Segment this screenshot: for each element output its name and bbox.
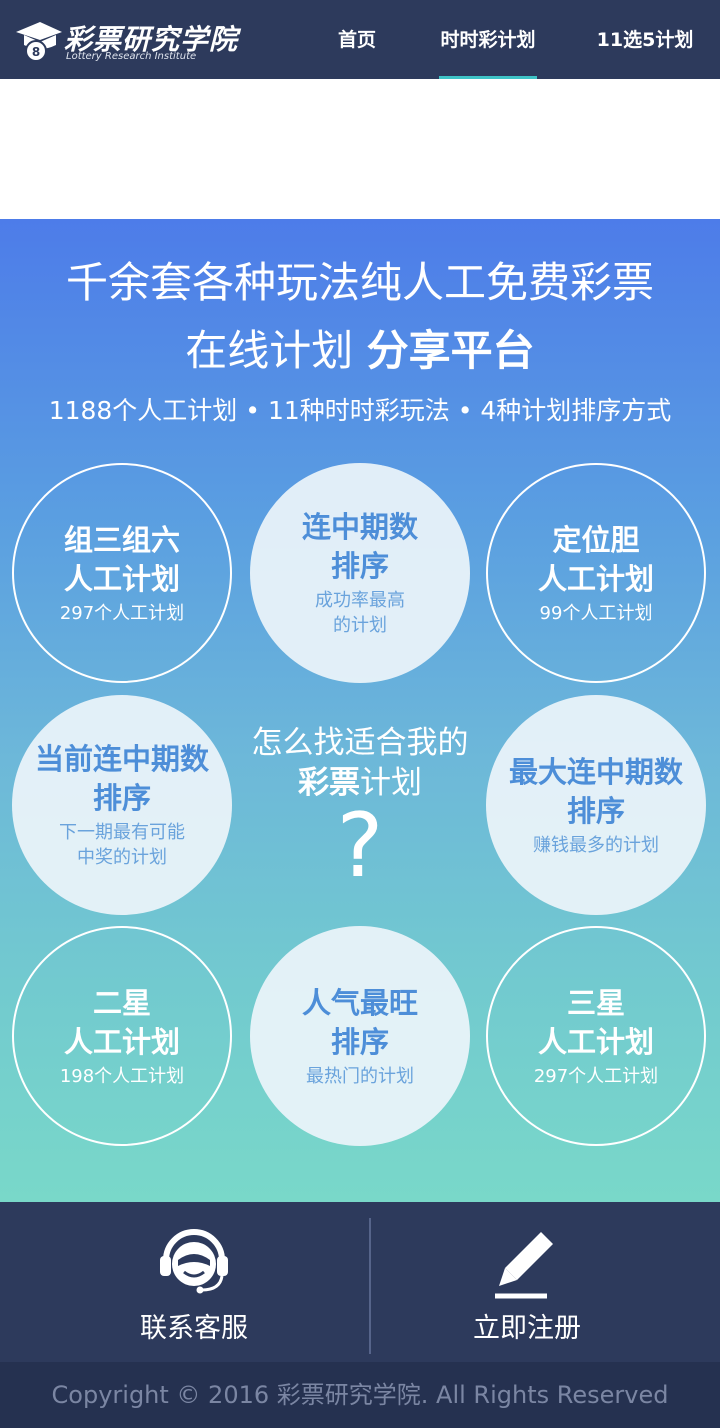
circle-title: 连中期数 xyxy=(301,510,418,544)
circle-2star-plan[interactable]: 二星 人工计划 198个人工计划 xyxy=(12,926,232,1146)
circle-subtitle: 成功率最高 xyxy=(315,590,405,611)
headset-support-icon xyxy=(160,1229,228,1294)
circle-max-streak-sort[interactable]: 最大连中期数 排序 赚钱最多的计划 xyxy=(486,695,706,915)
circle-title: 排序 xyxy=(330,1024,389,1059)
circle-title: 三星 xyxy=(566,985,625,1020)
circle-title: 组三组六 xyxy=(63,522,180,557)
headline-line2-bold: 分享平台 xyxy=(366,326,535,375)
circle-3star-plan[interactable]: 三星 人工计划 297个人工计划 xyxy=(486,926,706,1146)
headline-line1: 千余套各种玩法纯人工免费彩票 xyxy=(65,258,654,307)
circle-subtitle: 中奖的计划 xyxy=(77,847,167,868)
circle-title: 排序 xyxy=(92,781,151,815)
register-label: 立即注册 xyxy=(473,1313,581,1344)
center-question-line1: 怎么找适合我的 xyxy=(251,725,469,761)
circle-zu3zu6-plan[interactable]: 组三组六 人工计划 297个人工计划 xyxy=(12,463,232,683)
center-question: 怎么找适合我的 彩票计划 ? xyxy=(235,723,485,897)
contact-support-button[interactable]: 联系客服 xyxy=(14,1202,374,1362)
nav-ssc-plan[interactable]: 时时彩计划 xyxy=(439,0,537,79)
question-mark-icon: ? xyxy=(336,794,384,897)
logo-subtitle: Lottery Research Institute xyxy=(66,51,197,62)
circle-streak-sort[interactable]: 连中期数 排序 成功率最高 的计划 xyxy=(250,463,470,683)
circle-title: 排序 xyxy=(330,549,389,583)
circle-title: 最大连中期数 xyxy=(508,754,683,789)
headline-line2-normal: 在线计划 xyxy=(185,326,354,375)
headline-line2: 在线计划 分享平台 xyxy=(0,317,720,378)
circle-popular-sort[interactable]: 人气最旺 排序 最热门的计划 xyxy=(250,926,470,1146)
contact-support-label: 联系客服 xyxy=(140,1313,248,1344)
site-logo[interactable]: 8 彩票研究学院 Lottery Research Institute xyxy=(14,14,264,64)
circle-subtitle: 297个人工计划 xyxy=(59,602,185,624)
circle-dingweidan-plan[interactable]: 定位胆 人工计划 99个人工计划 xyxy=(486,463,706,683)
graduation-cap-icon: 8 xyxy=(16,22,62,62)
logo-badge: 8 xyxy=(32,45,40,59)
circle-subtitle: 的计划 xyxy=(333,615,387,636)
action-bar: 联系客服 立即注册 xyxy=(0,1202,720,1362)
footer-copyright: Copyright © 2016 彩票研究学院. All Rights Rese… xyxy=(0,1362,720,1428)
top-header: 8 彩票研究学院 Lottery Research Institute 首页 时… xyxy=(0,0,720,79)
circle-subtitle: 下一期最有可能 xyxy=(59,822,185,843)
circle-title: 当前连中期数 xyxy=(34,742,209,776)
nav-home[interactable]: 首页 xyxy=(317,0,397,79)
circle-title: 人工计划 xyxy=(63,1024,180,1059)
pencil-icon xyxy=(495,1232,553,1299)
circle-title: 人工计划 xyxy=(63,561,180,596)
circle-title: 二星 xyxy=(92,985,151,1020)
circle-title: 人气最旺 xyxy=(301,985,418,1020)
circle-title: 人工计划 xyxy=(537,561,654,596)
circle-subtitle: 297个人工计划 xyxy=(533,1065,659,1087)
circle-subtitle: 最热门的计划 xyxy=(306,1065,414,1087)
nav-11x5-plan[interactable]: 11选5计划 xyxy=(590,0,700,79)
circle-title: 定位胆 xyxy=(552,522,640,557)
register-button[interactable]: 立即注册 xyxy=(347,1202,707,1362)
stats-line: 1188个人工计划 • 11种时时彩玩法 • 4种计划排序方式 xyxy=(48,396,672,425)
hero-section: 千余套各种玩法纯人工免费彩票 在线计划 分享平台 1188个人工计划 • 11种… xyxy=(0,219,720,1202)
circle-title: 人工计划 xyxy=(537,1024,654,1059)
circle-title: 排序 xyxy=(566,793,625,828)
circle-current-streak-sort[interactable]: 当前连中期数 排序 下一期最有可能 中奖的计划 xyxy=(12,695,232,915)
circle-subtitle: 99个人工计划 xyxy=(539,602,653,624)
circle-subtitle: 198个人工计划 xyxy=(59,1065,185,1087)
circle-subtitle: 赚钱最多的计划 xyxy=(533,834,659,856)
